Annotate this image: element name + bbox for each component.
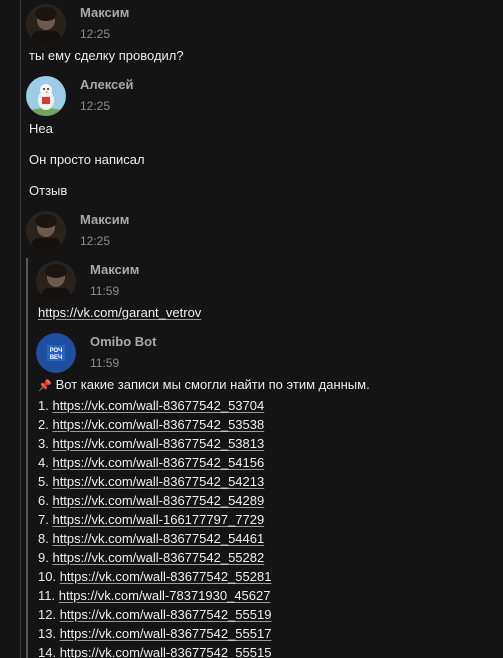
list-item: 9. https://vk.com/wall-83677542_55282 — [38, 548, 271, 567]
list-item-number: 12. — [38, 607, 57, 622]
avatar[interactable] — [26, 4, 66, 44]
result-link[interactable]: https://vk.com/wall-166177797_7729 — [52, 512, 264, 527]
avatar[interactable] — [26, 211, 66, 251]
list-item-number: 1. — [38, 398, 49, 413]
message-header: Алексей 12:25 — [26, 76, 134, 116]
result-link[interactable]: https://vk.com/wall-83677542_53704 — [52, 398, 264, 413]
list-item-number: 5. — [38, 474, 49, 489]
list-item-number: 10. — [38, 569, 57, 584]
message-time: 12:25 — [80, 99, 111, 113]
message-text: Отзыв — [29, 183, 68, 198]
result-link[interactable]: https://vk.com/wall-83677542_54156 — [52, 455, 264, 470]
forwarded-quote-bar — [26, 258, 28, 658]
result-link[interactable]: https://vk.com/wall-83677542_54213 — [52, 474, 264, 489]
bot-avatar[interactable]: РОЧ ВЕЧ — [36, 333, 76, 373]
result-link[interactable]: https://vk.com/wall-83677542_54461 — [52, 531, 264, 546]
message-text: Неа — [29, 121, 53, 136]
list-item: 11. https://vk.com/wall-78371930_45627 — [38, 586, 271, 605]
pin-icon: 📌 — [38, 380, 52, 392]
result-link[interactable]: https://vk.com/wall-78371930_45627 — [59, 588, 271, 603]
list-item-number: 2. — [38, 417, 49, 432]
svg-text:ВЕЧ: ВЕЧ — [50, 355, 63, 361]
svg-text:РОЧ: РОЧ — [50, 348, 63, 354]
message-header: Максим 12:25 — [26, 211, 129, 251]
list-item: 4. https://vk.com/wall-83677542_54156 — [38, 453, 271, 472]
list-item-number: 13. — [38, 626, 57, 641]
list-item: 3. https://vk.com/wall-83677542_53813 — [38, 434, 271, 453]
list-item: 2. https://vk.com/wall-83677542_53538 — [38, 415, 271, 434]
list-item-number: 14. — [38, 645, 57, 658]
message-header: Максим 12:25 — [26, 4, 129, 44]
list-item: 10. https://vk.com/wall-83677542_55281 — [38, 567, 271, 586]
result-link[interactable]: https://vk.com/wall-83677542_55515 — [60, 645, 272, 658]
list-item: 14. https://vk.com/wall-83677542_55515 — [38, 643, 271, 658]
list-item: 7. https://vk.com/wall-166177797_7729 — [38, 510, 271, 529]
results-list: 1. https://vk.com/wall-83677542_53704 2. … — [38, 396, 271, 658]
author-name[interactable]: Omibo Bot — [90, 334, 156, 350]
result-link[interactable]: https://vk.com/wall-83677542_55517 — [60, 626, 272, 641]
author-name[interactable]: Максим — [80, 5, 129, 21]
result-link[interactable]: https://vk.com/wall-83677542_53813 — [52, 436, 264, 451]
forwarded-header: Максим 11:59 — [36, 261, 139, 301]
thread-guide-line — [20, 0, 21, 658]
list-item-number: 3. — [38, 436, 49, 451]
list-item-number: 8. — [38, 531, 49, 546]
list-item: 5. https://vk.com/wall-83677542_54213 — [38, 472, 271, 491]
result-link[interactable]: https://vk.com/wall-83677542_55519 — [60, 607, 272, 622]
avatar[interactable] — [26, 76, 66, 116]
list-item: 12. https://vk.com/wall-83677542_55519 — [38, 605, 271, 624]
author-name[interactable]: Алексей — [80, 77, 134, 93]
result-link[interactable]: https://vk.com/wall-83677542_55282 — [52, 550, 264, 565]
message-link[interactable]: https://vk.com/garant_vetrov — [38, 305, 201, 320]
list-item-number: 4. — [38, 455, 49, 470]
avatar[interactable] — [36, 261, 76, 301]
message-time: 11:59 — [90, 284, 120, 298]
author-name[interactable]: Максим — [80, 212, 129, 228]
list-item: 13. https://vk.com/wall-83677542_55517 — [38, 624, 271, 643]
author-name[interactable]: Максим — [90, 262, 139, 278]
message-time: 11:59 — [90, 356, 120, 370]
list-item-number: 7. — [38, 512, 49, 527]
chat-feed: Максим 12:25 ты ему сделку проводил? Але… — [0, 0, 503, 658]
bot-intro: 📌 Вот какие записи мы смогли найти по эт… — [38, 377, 370, 394]
result-link[interactable]: https://vk.com/wall-83677542_54289 — [52, 493, 264, 508]
message-time: 12:25 — [80, 27, 111, 41]
list-item-number: 9. — [38, 550, 49, 565]
result-link[interactable]: https://vk.com/wall-83677542_55281 — [60, 569, 272, 584]
bot-intro-text: Вот какие записи мы смогли найти по этим… — [55, 377, 370, 392]
list-item: 6. https://vk.com/wall-83677542_54289 — [38, 491, 271, 510]
list-item-number: 11. — [38, 588, 56, 603]
result-link[interactable]: https://vk.com/wall-83677542_53538 — [52, 417, 264, 432]
list-item: 1. https://vk.com/wall-83677542_53704 — [38, 396, 271, 415]
message-time: 12:25 — [80, 234, 111, 248]
list-item-number: 6. — [38, 493, 49, 508]
bot-header: РОЧ ВЕЧ Omibo Bot 11:59 — [36, 333, 156, 373]
list-item: 8. https://vk.com/wall-83677542_54461 — [38, 529, 271, 548]
message-text: ты ему сделку проводил? — [29, 48, 184, 63]
message-text: Он просто написал — [29, 152, 145, 167]
